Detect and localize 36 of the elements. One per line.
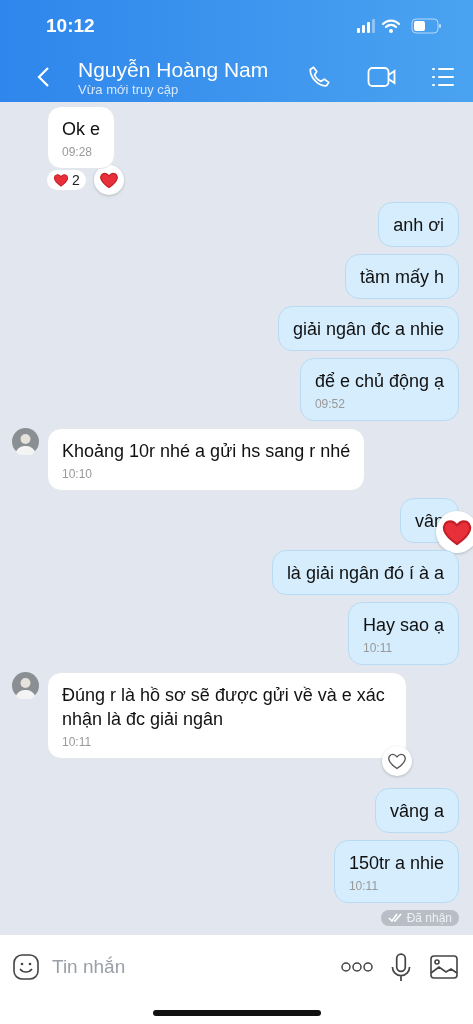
message-text: giải ngân đc a nhie [292,318,444,341]
back-icon [36,66,50,88]
heart-reaction-button[interactable] [382,746,412,776]
double-check-icon [387,913,404,923]
message-text: Ok e [62,118,100,141]
avatar[interactable] [12,672,39,699]
message-time: 10:11 [362,641,394,655]
contact-name: Nguyễn Hoàng Nam [78,57,270,82]
message-text: tầm mấy h [359,266,444,289]
message-time: 10:11 [348,879,380,893]
message-text: Hay sao ạ [362,614,444,637]
contact-status: Vừa mới truy cập [78,81,180,97]
message-text: là giải ngân đó í à a [286,562,444,585]
message-text: Đúng r là hồ sơ sẽ được gửi về và e xác nhận là đc giải ngân [62,684,386,731]
menu-icon [431,66,455,88]
reaction-number: 2 [72,172,80,188]
message-text: để e chủ động ạ [314,370,444,393]
message-text: anh ơi [393,214,444,237]
message-time: 09:52 [314,397,346,411]
message-text: vâng a [389,800,444,823]
message-text: Khoảng 10r nhé a gửi hs sang r nhé [62,440,351,463]
heart-icon [98,170,119,190]
message-time: 09:28 [62,145,94,159]
message-text: 150tr a nhie [348,852,444,875]
video-camera-icon [367,65,397,89]
heart-reaction-button[interactable] [93,165,124,195]
message-time: 10:11 [62,735,93,749]
heart-icon [387,751,407,771]
status-time: 10:12 [46,15,95,37]
more-icon[interactable] [341,961,373,973]
sticker-icon[interactable] [12,953,40,981]
image-icon[interactable] [429,954,459,980]
message-time: 10:10 [62,467,94,481]
avatar[interactable] [12,428,39,455]
message-input[interactable]: Tin nhắn [50,955,331,979]
heart-icon [53,172,69,188]
